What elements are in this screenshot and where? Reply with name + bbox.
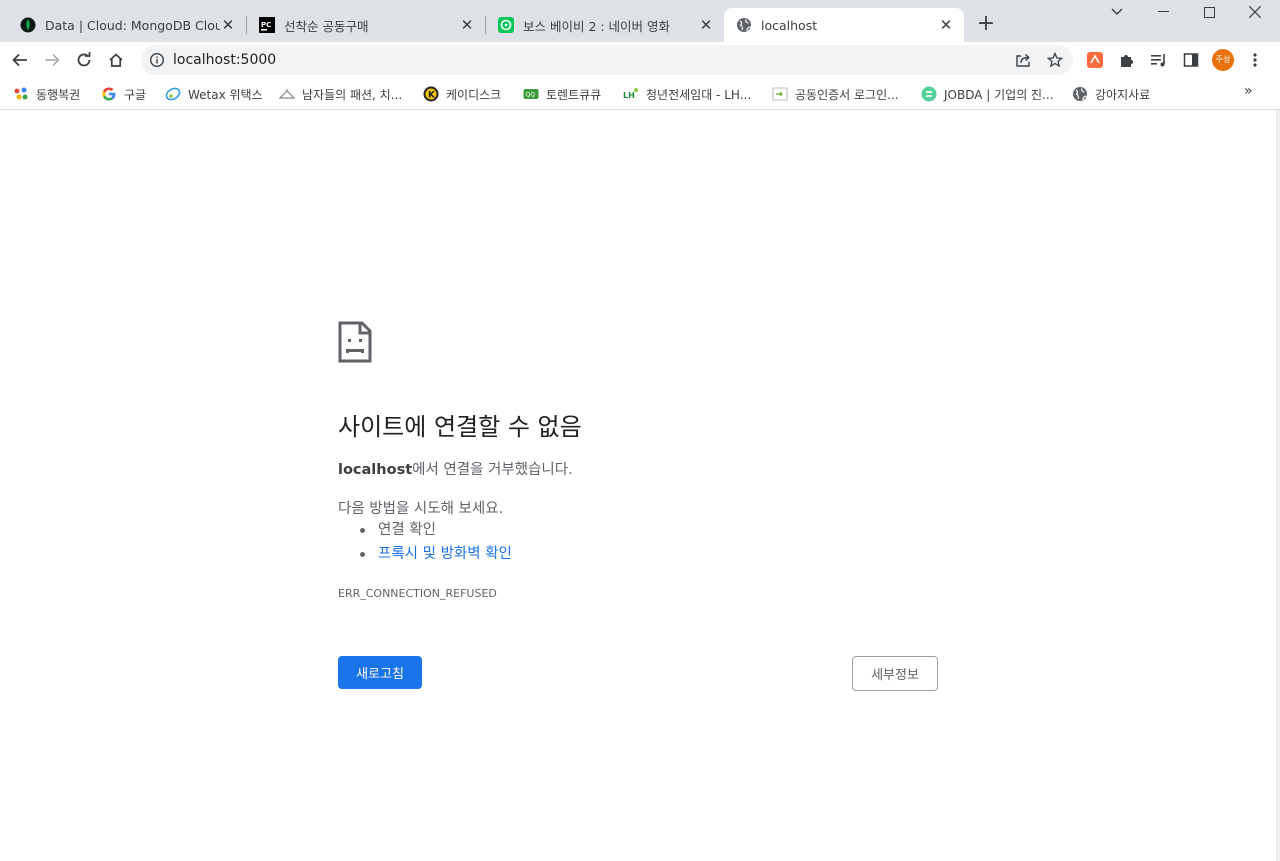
tab-mongodb[interactable]: Data | Cloud: MongoDB Cloud ✕ — [8, 8, 246, 42]
tab-title: 선착순 공동구매 — [284, 18, 369, 34]
forward-button[interactable] — [38, 46, 66, 74]
sad-page-icon — [338, 321, 372, 363]
arrow-right-icon — [45, 53, 60, 67]
bookmark-label: 공동인증서 로그인... — [795, 87, 899, 102]
bookmark-label: 남자들의 패션, 치... — [302, 87, 403, 102]
browser-toolbar: localhost:5000 주성 — [0, 42, 1280, 78]
cert-icon — [772, 86, 788, 102]
tab-pycharm[interactable]: PC 선착순 공동구매 ✕ — [247, 8, 485, 42]
bookmark-label: 청년전세임대 - LH... — [646, 87, 752, 102]
close-icon — [1249, 6, 1261, 18]
reload-icon — [77, 52, 91, 67]
tab-localhost[interactable]: localhost ✕ — [724, 8, 964, 42]
bookmark-label: 강아지사료 — [1095, 87, 1151, 102]
bookmark-item[interactable]: Wetax 위택스 — [165, 83, 263, 105]
torrent-icon: QQ — [523, 86, 539, 102]
suggestion-item: 연결 확인 — [360, 520, 512, 544]
bookmark-item[interactable]: 구글 — [101, 83, 146, 105]
svg-text:PC: PC — [261, 21, 271, 29]
close-icon[interactable]: ✕ — [698, 17, 714, 33]
back-button[interactable] — [6, 46, 34, 74]
bookmark-item[interactable]: 강아지사료 — [1072, 83, 1150, 105]
side-panel-icon[interactable] — [1182, 51, 1200, 69]
google-icon — [101, 86, 117, 102]
close-icon[interactable]: ✕ — [459, 17, 475, 33]
mongodb-leaf-icon — [20, 17, 36, 33]
svg-text:QQ: QQ — [526, 92, 536, 99]
info-icon[interactable] — [149, 52, 165, 68]
error-description: localhost에서 연결을 거부했습니다. — [338, 458, 573, 479]
lottery-icon — [13, 86, 29, 102]
bookmarks-bar: 동행복권 구글 Wetax 위택스 남자들의 패션, 치... K 케이디스크 … — [0, 78, 1280, 110]
svg-text:K: K — [428, 91, 436, 101]
maximize-button[interactable] — [1186, 0, 1232, 24]
lh-icon: LH — [623, 86, 639, 102]
bookmark-label: 구글 — [124, 87, 147, 102]
suggestions-list: 연결 확인 프록시 및 방화벽 확인 — [360, 520, 512, 568]
bookmark-label: 케이디스크 — [446, 87, 502, 102]
new-tab-button[interactable]: + — [975, 13, 997, 35]
chevron-down-icon — [1111, 8, 1123, 15]
bookmark-label: Wetax 위택스 — [188, 87, 263, 102]
reload-page-button[interactable]: 새로고침 — [338, 656, 422, 689]
proxy-firewall-link[interactable]: 프록시 및 방화벽 확인 — [360, 544, 512, 568]
close-icon[interactable]: ✕ — [220, 17, 236, 33]
bookmarks-overflow-icon[interactable]: » — [1244, 83, 1253, 99]
bookmark-label: JOBDA | 기업의 진... — [944, 87, 1054, 102]
close-icon[interactable]: ✕ — [938, 17, 954, 33]
tab-search-button[interactable] — [1094, 0, 1140, 24]
bookmark-item[interactable]: LH 청년전세임대 - LH... — [623, 83, 751, 105]
bookmark-label: 동행복권 — [36, 87, 81, 102]
share-icon[interactable] — [1014, 51, 1032, 69]
bookmark-item[interactable]: JOBDA | 기업의 진... — [921, 83, 1054, 105]
tab-naver-movie[interactable]: 보스 베이비 2 : 네이버 영화 ✕ — [486, 8, 724, 42]
minimize-icon — [1157, 11, 1169, 12]
puzzle-icon[interactable] — [1118, 51, 1136, 69]
tab-strip: Data | Cloud: MongoDB Cloud ✕ PC 선착순 공동구… — [0, 0, 1280, 42]
wetax-icon — [165, 86, 181, 102]
error-host: localhost — [338, 462, 413, 478]
error-title: 사이트에 연결할 수 없음 — [338, 413, 582, 441]
maximize-icon — [1203, 6, 1215, 18]
profile-avatar[interactable]: 주성 — [1212, 49, 1234, 71]
home-button[interactable] — [102, 46, 130, 74]
arrow-left-icon — [12, 53, 27, 67]
bookmark-item[interactable]: 공동인증서 로그인... — [772, 83, 899, 105]
media-queue-icon[interactable] — [1150, 51, 1168, 69]
naver-movie-icon — [498, 17, 514, 33]
url-text[interactable]: localhost:5000 — [173, 45, 276, 75]
jobda-icon — [921, 86, 937, 102]
suggestions-heading: 다음 방법을 시도해 보세요. — [338, 501, 504, 517]
minimize-button[interactable] — [1140, 0, 1186, 24]
scrollbar[interactable] — [1276, 110, 1280, 861]
tab-title: localhost — [761, 17, 818, 33]
bookmark-item[interactable]: K 케이디스크 — [423, 83, 501, 105]
bookmark-item[interactable]: 동행복권 — [13, 83, 80, 105]
details-button[interactable]: 세부정보 — [852, 656, 938, 691]
address-bar[interactable]: localhost:5000 — [141, 45, 1073, 75]
window-close-button[interactable] — [1232, 0, 1278, 24]
bookmark-item[interactable]: 남자들의 패션, 치... — [279, 83, 402, 105]
pycharm-icon: PC — [259, 17, 275, 33]
more-vert-icon[interactable] — [1246, 51, 1264, 69]
globe-icon — [736, 17, 752, 33]
error-description-text: 에서 연결을 거부했습니다. — [412, 462, 573, 478]
tab-title: Data | Cloud: MongoDB Cloud — [45, 17, 220, 33]
error-code: ERR_CONNECTION_REFUSED — [338, 587, 497, 600]
home-icon — [109, 53, 123, 67]
reload-button[interactable] — [70, 46, 98, 74]
fashion-icon — [279, 86, 295, 102]
bookmark-item[interactable]: QQ 토렌트큐큐 — [523, 83, 601, 105]
globe-icon — [1072, 86, 1088, 102]
bookmark-label: 토렌트큐큐 — [546, 87, 602, 102]
star-icon[interactable] — [1046, 51, 1064, 69]
svg-text:LH: LH — [623, 91, 635, 100]
extension-app-icon[interactable] — [1086, 51, 1104, 69]
tab-title: 보스 베이비 2 : 네이버 영화 — [523, 18, 671, 34]
kdisk-icon: K — [423, 86, 439, 102]
